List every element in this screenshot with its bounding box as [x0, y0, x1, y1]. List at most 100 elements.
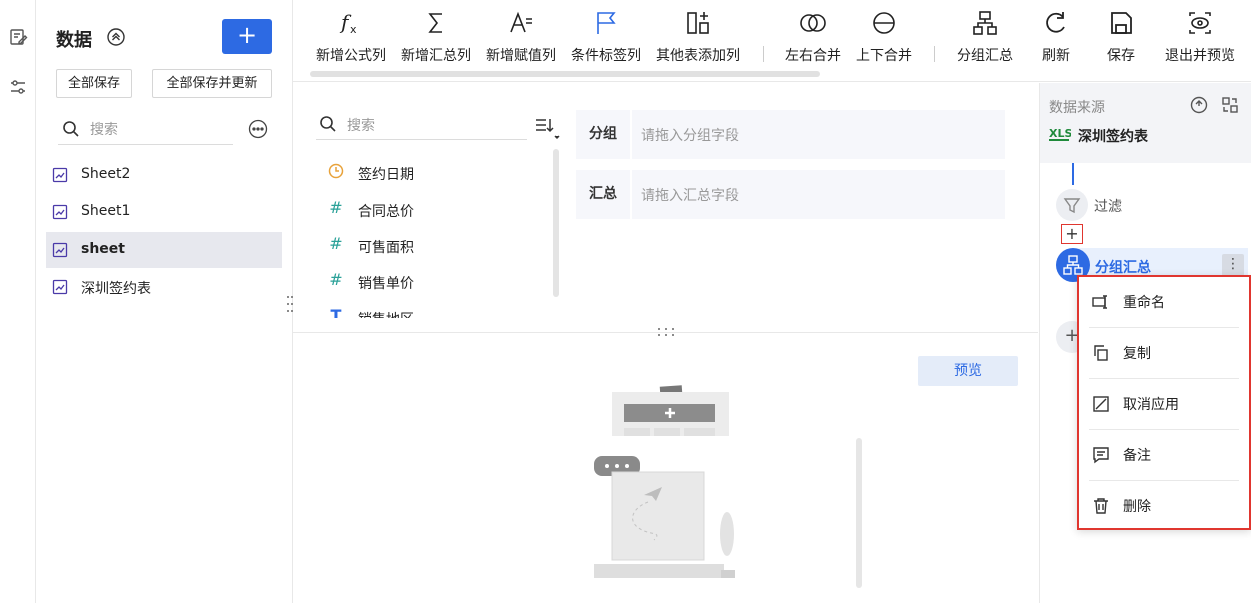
- search-icon: [62, 120, 80, 142]
- step-context-menu: 重命名 复制 取消应用 备注 删除: [1077, 275, 1251, 530]
- summary-drop-label: 汇总: [576, 170, 632, 219]
- summary-drop-placeholder: 请拖入汇总字段: [641, 188, 739, 204]
- add-summary-column-button[interactable]: 新增汇总列: [398, 8, 474, 65]
- field-item[interactable]: # 销售单价: [316, 265, 552, 295]
- merge-horizontal-button[interactable]: 左右合并: [783, 8, 843, 65]
- assign-icon: [483, 8, 559, 38]
- sheet-item-shenzhen[interactable]: 深圳签约表: [46, 269, 282, 305]
- data-panel: 数据 + 全部保存 全部保存并更新 搜索 Sheet2 Sheet1 sheet…: [37, 0, 293, 603]
- refresh-button[interactable]: 刷新: [1036, 8, 1076, 65]
- toolbar-label: 其他表添加列: [656, 48, 740, 64]
- menu-item-label: 删除: [1123, 499, 1151, 515]
- merge-vertical-button[interactable]: 上下合并: [853, 8, 915, 65]
- save-all-button[interactable]: 全部保存: [56, 69, 132, 98]
- history-icon[interactable]: [1190, 96, 1208, 114]
- number-field-icon: #: [329, 234, 343, 253]
- search-placeholder: 搜索: [347, 118, 375, 134]
- more-icon[interactable]: [248, 119, 268, 139]
- field-item[interactable]: # 合同总价: [316, 193, 552, 223]
- sheet-icon: [52, 242, 68, 258]
- svg-text:XLS: XLS: [1049, 127, 1071, 140]
- panel-resize-handle-icon[interactable]: [286, 294, 294, 314]
- filter-icon: [1063, 198, 1081, 214]
- field-label: 合同总价: [358, 204, 414, 220]
- sort-icon[interactable]: [533, 116, 561, 142]
- empty-state-illustration: [588, 380, 748, 580]
- sheet-item-sheet1[interactable]: Sheet1: [46, 194, 282, 230]
- filter-label[interactable]: 过滤: [1094, 196, 1122, 216]
- summary-drop-zone[interactable]: 汇总 请拖入汇总字段: [576, 170, 1005, 219]
- save-button[interactable]: 保存: [1101, 8, 1141, 65]
- add-formula-column-button[interactable]: fx 新增公式列: [313, 8, 389, 65]
- field-item[interactable]: 签约日期: [316, 156, 552, 186]
- sheet-search-input[interactable]: 搜索: [58, 115, 233, 145]
- search-icon: [319, 115, 337, 137]
- copy-icon: [1092, 344, 1110, 362]
- toolbar-label: 左右合并: [785, 48, 841, 64]
- toolbar-label: 保存: [1107, 48, 1135, 64]
- date-field-icon: [328, 163, 344, 179]
- data-source-name[interactable]: 深圳签约表: [1078, 126, 1148, 146]
- save-icon: [1101, 8, 1141, 38]
- excel-file-icon: XLS: [1049, 125, 1072, 141]
- sheet-item-label: sheet: [81, 241, 125, 257]
- menu-item-copy[interactable]: 复制: [1089, 328, 1239, 379]
- fx-icon: fx: [313, 8, 389, 38]
- add-assign-column-button[interactable]: 新增赋值列: [483, 8, 559, 65]
- sheet-item-sheet[interactable]: sheet: [46, 232, 282, 268]
- sheet-item-sheet2[interactable]: Sheet2: [46, 157, 282, 193]
- field-label: 销售单价: [358, 276, 414, 292]
- toolbar-label: 新增赋值列: [486, 48, 556, 64]
- condition-label-column-button[interactable]: 条件标签列: [568, 8, 644, 65]
- menu-item-cancel-apply[interactable]: 取消应用: [1089, 379, 1239, 430]
- preview-button[interactable]: 预览: [918, 356, 1018, 386]
- toolbar-divider: [763, 46, 764, 62]
- field-item[interactable]: # 可售面积: [316, 229, 552, 259]
- sheet-icon: [52, 204, 68, 220]
- preview-exit-icon: [1160, 8, 1240, 38]
- sigma-icon: [398, 8, 474, 38]
- field-search-input[interactable]: 搜索: [316, 110, 527, 140]
- sheet-icon: [52, 279, 68, 295]
- sheet-item-label: Sheet2: [81, 166, 131, 182]
- group-drop-placeholder: 请拖入分组字段: [641, 128, 739, 144]
- toolbar-label: 新增汇总列: [401, 48, 471, 64]
- toolbar-label: 退出并预览: [1165, 48, 1235, 64]
- text-field-icon: T: [330, 306, 342, 319]
- menu-item-comment[interactable]: 备注: [1089, 430, 1239, 481]
- add-column-from-other-table-button[interactable]: 其他表添加列: [653, 8, 743, 65]
- step-more-button[interactable]: ⋮: [1222, 254, 1244, 276]
- left-icon-strip: [0, 0, 36, 603]
- toolbar-divider: [934, 46, 935, 62]
- toolbar-label: 刷新: [1042, 48, 1070, 64]
- settings-icon[interactable]: [8, 77, 28, 97]
- filter-node[interactable]: [1056, 189, 1088, 221]
- field-item[interactable]: T 销售地区: [316, 301, 552, 319]
- save-all-update-button[interactable]: 全部保存并更新: [152, 69, 272, 98]
- flow-connector: [1072, 163, 1074, 185]
- preview-scrollbar[interactable]: [856, 438, 862, 588]
- add-data-button[interactable]: +: [222, 19, 272, 54]
- toolbar-scrollbar[interactable]: [310, 71, 820, 77]
- group-drop-zone[interactable]: 分组 请拖入分组字段: [576, 110, 1005, 159]
- refresh-icon: [1036, 8, 1076, 38]
- edit-sheet-icon[interactable]: [8, 27, 28, 47]
- toolbar-label: 分组汇总: [957, 48, 1013, 64]
- merge-vertical-icon: [853, 8, 915, 38]
- toolbar-label: 上下合并: [856, 48, 912, 64]
- menu-item-delete[interactable]: 删除: [1089, 481, 1239, 532]
- field-list: 签约日期 # 合同总价 # 可售面积 # 销售单价 T 销售地区: [316, 153, 552, 318]
- toolbar-label: 条件标签列: [571, 48, 641, 64]
- menu-item-rename[interactable]: 重命名: [1089, 277, 1239, 328]
- search-placeholder: 搜索: [90, 122, 118, 138]
- row-resize-handle-icon[interactable]: [656, 326, 676, 338]
- field-label: 销售地区: [358, 309, 414, 318]
- group-summary-button[interactable]: 分组汇总: [953, 8, 1017, 65]
- collapse-icon[interactable]: [106, 27, 126, 47]
- number-field-icon: #: [329, 198, 343, 217]
- add-step-button[interactable]: +: [1061, 224, 1083, 244]
- menu-item-label: 重命名: [1123, 295, 1165, 311]
- exit-and-preview-button[interactable]: 退出并预览: [1160, 8, 1240, 65]
- switch-source-icon[interactable]: [1221, 96, 1239, 114]
- field-list-scrollbar[interactable]: [553, 149, 559, 297]
